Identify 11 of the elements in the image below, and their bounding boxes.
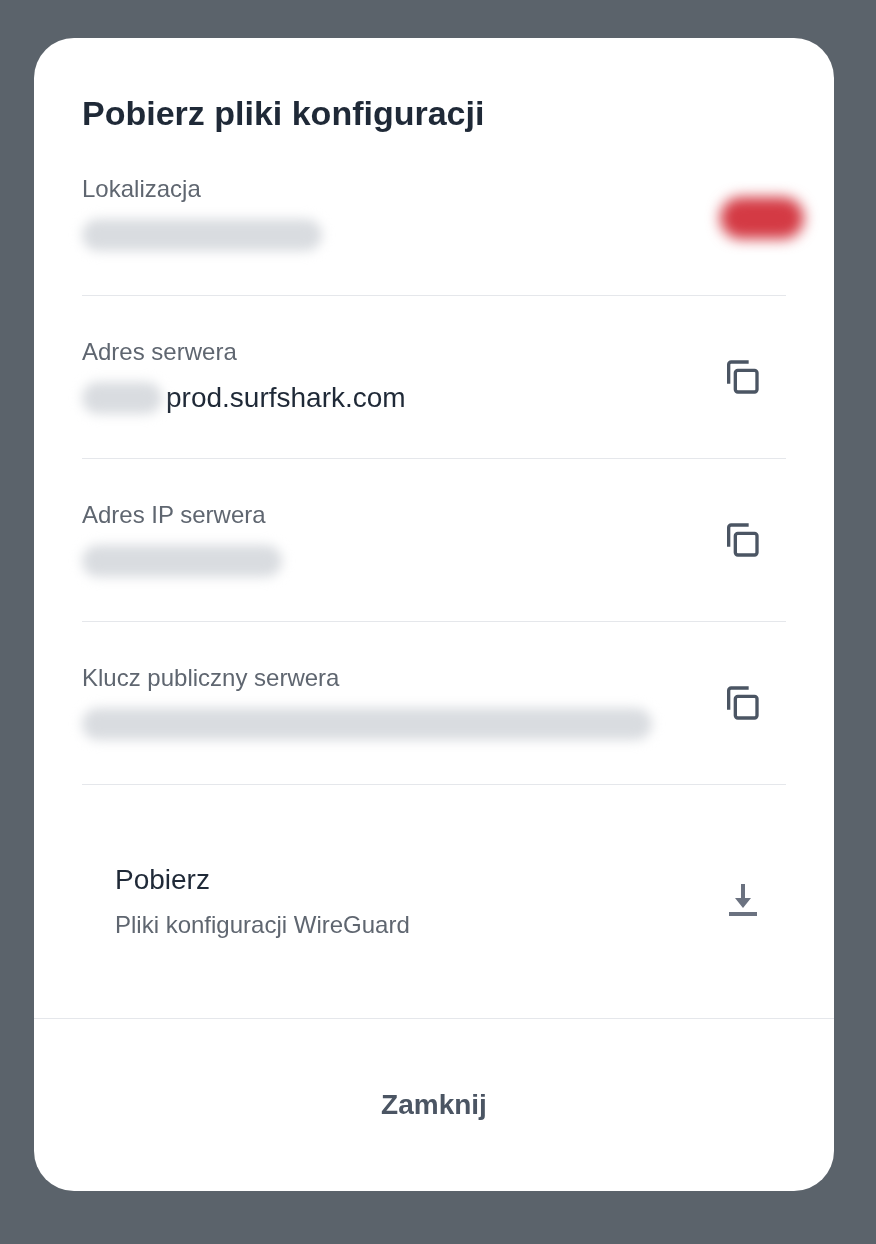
- close-button[interactable]: Zamknij: [357, 1072, 511, 1138]
- download-icon: [727, 883, 759, 918]
- field-label: Adres serwera: [82, 337, 238, 367]
- field-label: Klucz publiczny serwera: [82, 663, 341, 693]
- dialog-title: Pobierz pliki konfiguracji: [82, 93, 486, 133]
- download-subtitle: Pliki konfiguracji WireGuard: [115, 910, 411, 940]
- field-value: prod.surfshark.com: [166, 381, 406, 415]
- field-label: Adres IP serwera: [82, 500, 267, 530]
- download-title: Pobierz: [115, 863, 211, 897]
- field-label: Lokalizacja: [82, 174, 202, 204]
- download-button[interactable]: Pobierz Pliki konfiguracji WireGuard: [34, 785, 834, 1019]
